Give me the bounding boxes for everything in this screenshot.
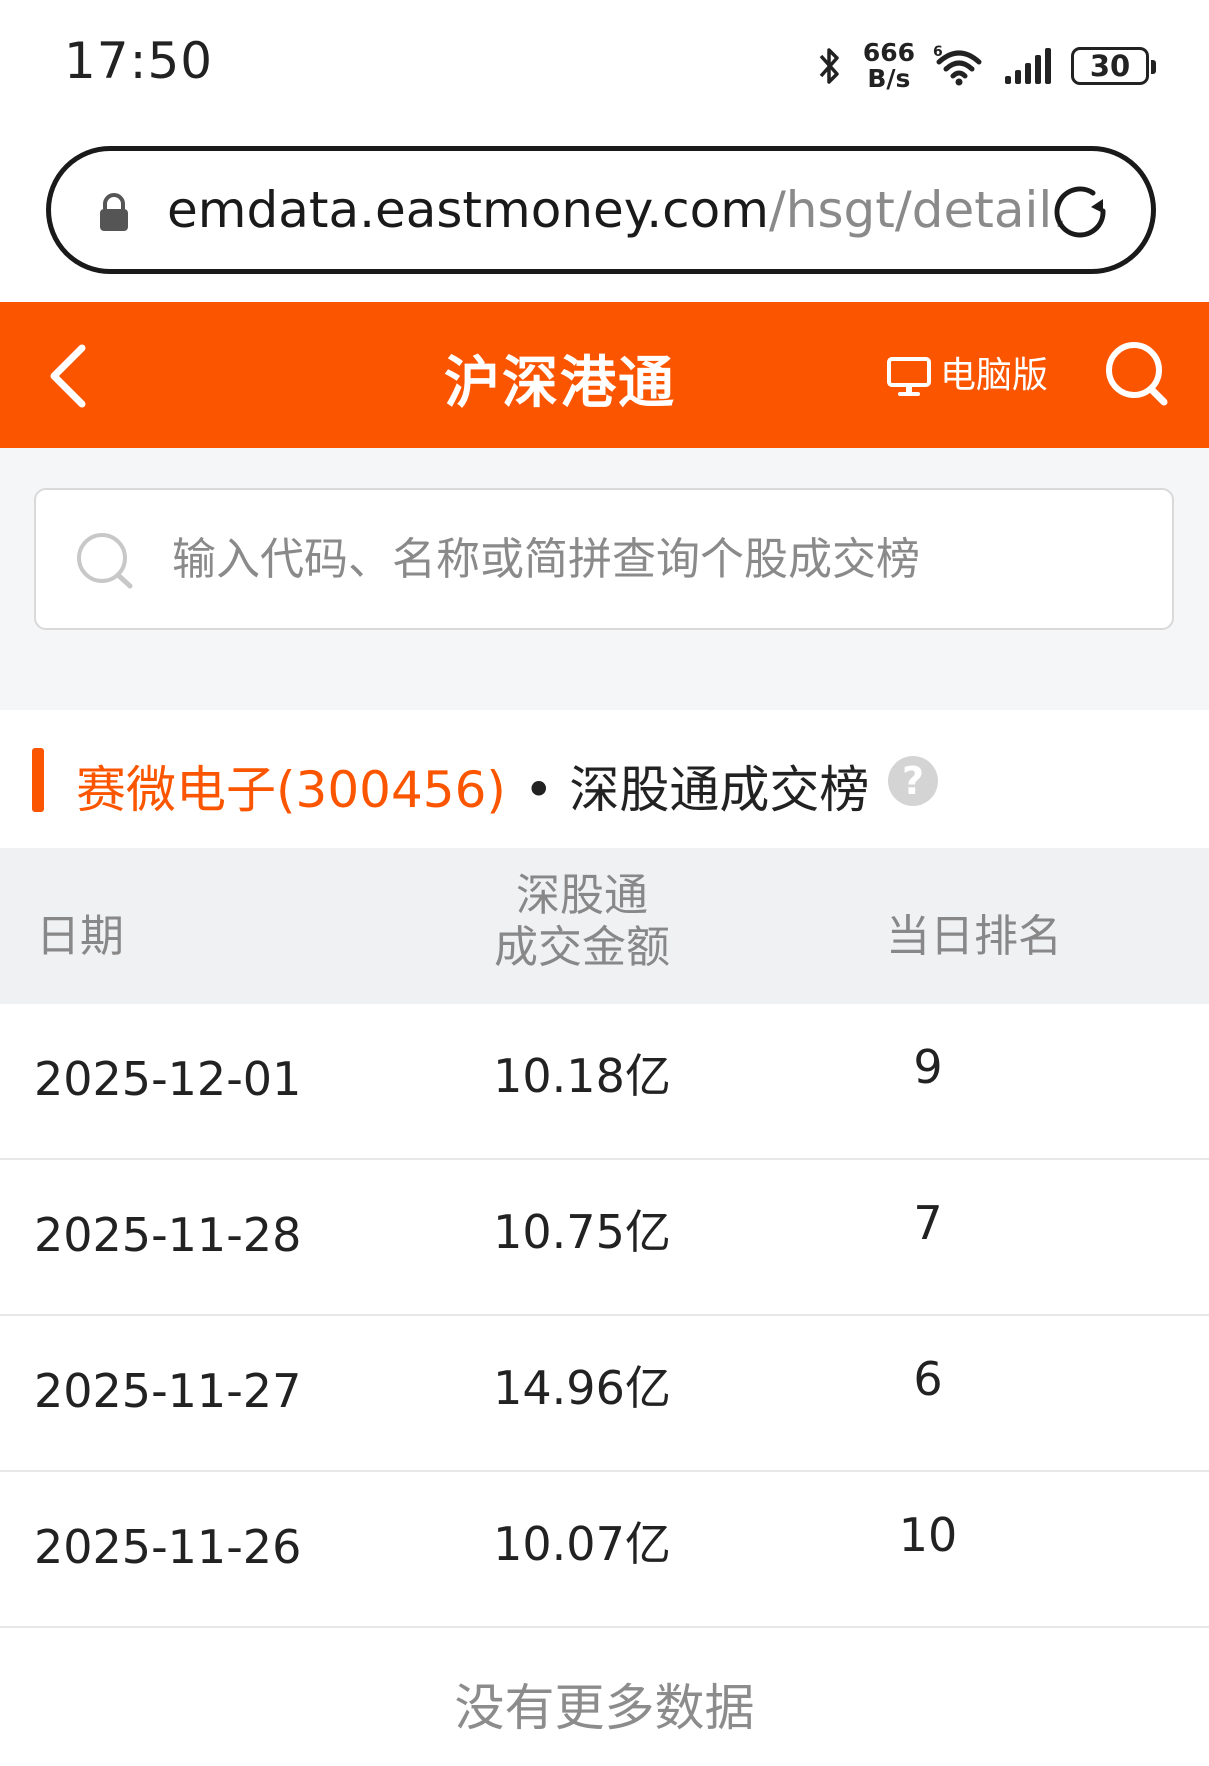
wifi-badge: 6	[933, 44, 943, 60]
status-time: 17:50	[64, 32, 214, 90]
search-icon	[77, 533, 133, 589]
app-header: 沪深港通 电脑版	[0, 302, 1209, 448]
cell-rank-value: 6	[913, 1352, 943, 1406]
status-bar: 17:50 666 B/s 6 30	[0, 0, 1209, 120]
url-text[interactable]: emdata.eastmoney.com/hsgt/detail.	[167, 181, 1068, 239]
cell-date: 2025-11-26	[34, 1520, 302, 1574]
stock-search-box[interactable]	[34, 488, 1174, 630]
bluetooth-icon	[819, 48, 839, 84]
cell-amount: 10.75亿	[493, 1205, 671, 1259]
cell-date: 2025-12-01	[34, 1052, 302, 1106]
search-area	[0, 448, 1209, 710]
signal-icon	[1005, 48, 1051, 84]
section-subtitle: • 深股通成交榜	[524, 761, 870, 819]
help-icon[interactable]: ?	[888, 756, 938, 806]
cell-rank: 10	[876, 1508, 1076, 1562]
cell-amount: 10.07亿	[493, 1517, 671, 1571]
url-domain: emdata.eastmoney.com	[167, 181, 769, 239]
address-bar[interactable]: emdata.eastmoney.com/hsgt/detail.	[46, 146, 1156, 274]
section-header: 赛微电子(300456) • 深股通成交榜 ?	[0, 710, 1209, 848]
battery-icon: 30	[1071, 47, 1156, 85]
stock-name: 赛微电子(300456)	[76, 761, 506, 819]
network-speed-value: 666	[862, 38, 915, 67]
cell-rank: 9	[876, 1040, 1076, 1094]
table-row: 2025-11-27 14.96亿 6	[0, 1316, 1209, 1472]
search-icon[interactable]	[1100, 338, 1172, 410]
cell-rank: 7	[876, 1196, 1076, 1250]
pc-version-button[interactable]: 电脑版	[886, 346, 1048, 398]
cell-amount: 14.96亿	[493, 1361, 671, 1415]
column-header-amount-line2: 成交金额	[494, 922, 670, 973]
url-path: /hsgt/detail.	[768, 181, 1069, 239]
table-header: 日期 深股通 成交金额 当日排名	[0, 848, 1209, 1004]
network-speed: 666 B/s	[863, 40, 915, 92]
cell-date: 2025-11-28	[34, 1208, 302, 1262]
title-accent-bar	[32, 748, 44, 812]
monitor-icon	[887, 357, 931, 396]
column-header-rank: 当日排名	[886, 911, 1062, 962]
reload-icon[interactable]	[1049, 181, 1113, 245]
wifi-icon: 6	[933, 44, 982, 86]
lock-icon	[100, 193, 128, 231]
table-row: 2025-11-26 10.07亿 10	[0, 1472, 1209, 1628]
column-header-date: 日期	[36, 911, 124, 962]
pc-version-label: 电脑版	[940, 355, 1049, 396]
cell-rank-value: 9	[913, 1040, 943, 1094]
column-header-amount-line1: 深股通	[516, 870, 648, 921]
no-more-data: 没有更多数据	[454, 1679, 755, 1737]
status-icons: 666 B/s 6 30	[815, 36, 1156, 96]
table-row: 2025-11-28 10.75亿 7	[0, 1160, 1209, 1316]
cell-amount: 10.18亿	[493, 1049, 671, 1103]
table-row: 2025-12-01 10.18亿 9	[0, 1004, 1209, 1160]
cell-date: 2025-11-27	[34, 1364, 302, 1418]
network-speed-unit: B/s	[867, 64, 911, 93]
cell-rank-value: 10	[898, 1508, 958, 1562]
cell-rank: 6	[876, 1352, 1076, 1406]
stock-search-input[interactable]	[170, 518, 1134, 600]
cell-rank-value: 7	[913, 1196, 943, 1250]
column-header-amount: 深股通 成交金额	[424, 870, 740, 974]
